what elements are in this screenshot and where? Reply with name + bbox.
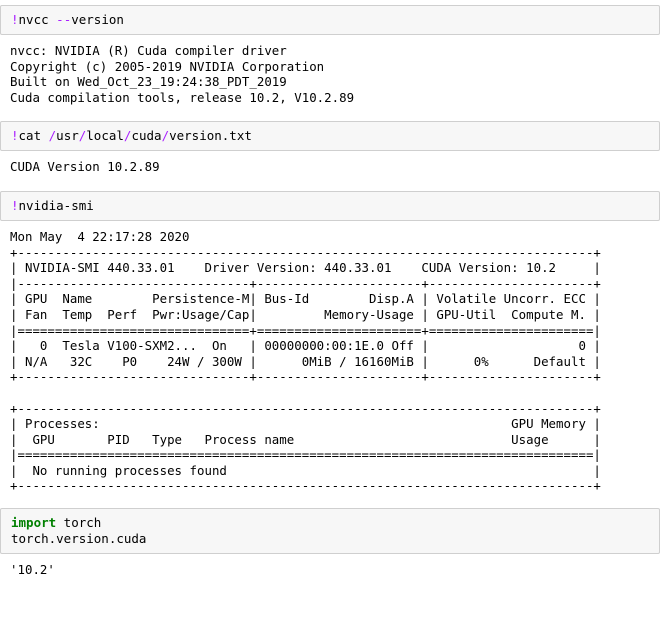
path-segment-token: local [86, 128, 124, 144]
output-line: +---------------------------------------… [10, 478, 601, 494]
output-line-timestamp: Mon May 4 22:17:28 2020 [10, 228, 242, 244]
path-segment-token: usr [56, 128, 79, 144]
command-token: nvidia-smi [18, 197, 94, 213]
output-line: | Fan Temp Perf Pwr:Usage/Cap| Memory-Us… [10, 306, 601, 322]
output-line: | 0 Tesla V100-SXM2... On | 00000000:00:… [10, 338, 601, 354]
output-line: +---------------------------------------… [10, 400, 601, 416]
code-line: import torch [11, 515, 659, 531]
output-line: |=======================================… [10, 447, 601, 463]
shell-bang-token: ! [11, 128, 19, 144]
flag-name-token: version [71, 12, 124, 27]
output-line: nvcc: NVIDIA (R) Cuda compiler driver [10, 43, 287, 58]
command-token: nvcc [18, 12, 57, 27]
path-segment-token: cuda [131, 128, 162, 144]
output-cat-version: CUDA Version 10.2.89 [0, 151, 660, 179]
flag-dashes-token: -- [56, 12, 72, 27]
path-segment-token: version.txt [169, 128, 252, 144]
output-line-blank [10, 385, 660, 401]
code-cell-nvidia-smi[interactable]: !nvidia-smi [0, 190, 660, 221]
output-nvidia-smi: Mon May 4 22:17:28 2020 +---------------… [0, 220, 660, 499]
output-nvcc-version: nvcc: NVIDIA (R) Cuda compiler driver Co… [0, 35, 660, 110]
jupyter-notebook: !nvcc --version nvcc: NVIDIA (R) Cuda co… [0, 0, 660, 582]
output-line: CUDA Version 10.2.89 [10, 159, 160, 175]
code-cell-torch-version[interactable]: import torch torch.version.cuda [0, 508, 660, 555]
code-cell-nvcc-version[interactable]: !nvcc --version [0, 5, 660, 35]
output-line: | GPU Name Persistence-M| Bus-Id Disp.A … [10, 291, 601, 307]
output-line: |-------------------------------+-------… [10, 275, 601, 291]
output-torch-version: '10.2' [0, 554, 660, 582]
output-line: Built on Wed_Oct_23_19:24:38_PDT_2019 [10, 74, 287, 90]
output-line: | GPU PID Type Process name Usage | [10, 431, 601, 447]
code-line: !cat /usr/local/cuda/version.txt [11, 128, 659, 144]
output-line: | N/A 32C P0 24W / 300W | 0MiB / 16160Mi… [10, 353, 601, 369]
command-token: cat [18, 128, 42, 144]
output-line: '10.2' [10, 562, 55, 578]
output-line: +-------------------------------+-------… [10, 369, 601, 385]
output-line: | No running processes found | [10, 462, 601, 478]
path-separator-token: / [161, 128, 170, 144]
output-line: |===============================+=======… [10, 322, 601, 338]
output-line: Copyright (c) 2005-2019 NVIDIA Corporati… [10, 58, 325, 74]
import-keyword-token: import [11, 515, 57, 531]
cell-spacer [0, 109, 660, 121]
output-line: +---------------------------------------… [10, 244, 601, 260]
shell-bang-token: ! [11, 197, 19, 213]
output-line: | NVIDIA-SMI 440.33.01 Driver Version: 4… [10, 260, 601, 276]
output-line: Cuda compilation tools, release 10.2, V1… [10, 89, 355, 105]
code-line: !nvcc --version [11, 12, 659, 28]
code-line: torch.version.cuda [11, 531, 147, 547]
cell-spacer [0, 179, 660, 191]
output-line: | Processes: GPU Memory | [10, 416, 601, 432]
shell-bang-token: ! [11, 12, 19, 27]
code-line: !nvidia-smi [11, 198, 659, 214]
cell-spacer [0, 498, 660, 508]
module-name-token: torch [56, 515, 102, 531]
code-cell-cat-version[interactable]: !cat /usr/local/cuda/version.txt [0, 121, 660, 152]
